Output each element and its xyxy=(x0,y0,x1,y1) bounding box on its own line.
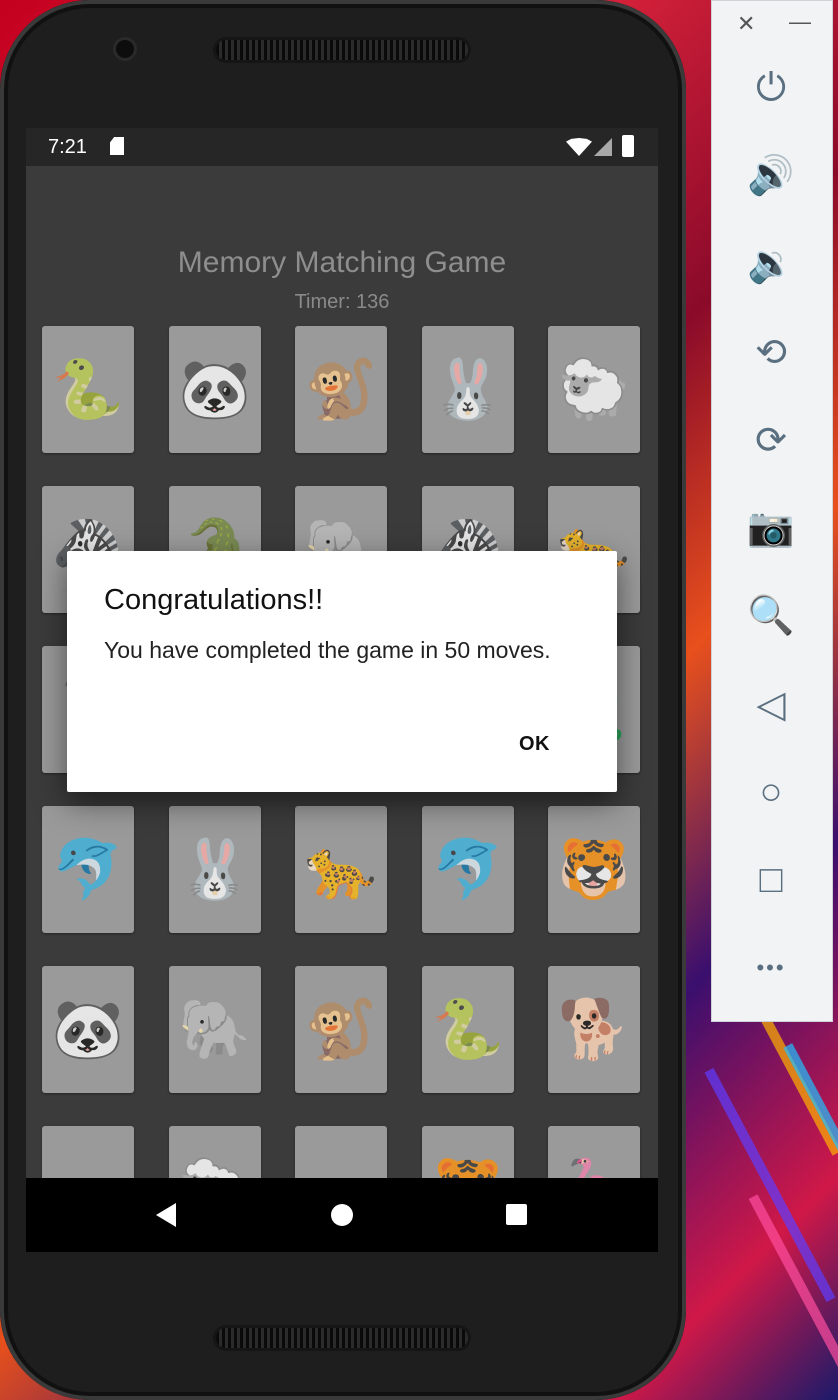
power-icon[interactable]: ⏻ xyxy=(742,59,800,117)
sd-card-icon xyxy=(110,137,124,155)
wifi-icon xyxy=(566,138,592,156)
memory-card[interactable]: 🐯 xyxy=(548,806,640,933)
memory-card[interactable]: 🐰 xyxy=(422,326,514,453)
memory-card[interactable]: 🐆 xyxy=(295,806,387,933)
navigation-bar xyxy=(26,1178,658,1252)
card-animal-image: 🐼 xyxy=(178,356,252,422)
memory-card[interactable]: 🐬 xyxy=(42,806,134,933)
card-animal-image: 🐒 xyxy=(304,996,378,1062)
congratulations-dialog: Congratulations!! You have completed the… xyxy=(67,551,617,792)
card-animal-image: 🐰 xyxy=(178,836,252,902)
ok-button[interactable]: OK xyxy=(519,733,550,756)
battery-icon xyxy=(622,135,634,157)
card-animal-image: 🐆 xyxy=(304,836,378,902)
timer-label: Timer: 136 xyxy=(294,291,390,313)
card-animal-image: 🐬 xyxy=(431,836,505,902)
overview-icon[interactable]: □ xyxy=(742,851,800,909)
rotate-right-icon[interactable]: ⟳ xyxy=(742,411,800,469)
home-icon[interactable]: ○ xyxy=(742,763,800,821)
zoom-icon[interactable]: 🔍 xyxy=(742,587,800,645)
card-animal-image: 🐰 xyxy=(431,356,505,422)
memory-card[interactable]: 🐼 xyxy=(42,966,134,1093)
memory-card[interactable]: 🐍 xyxy=(422,966,514,1093)
card-animal-image: 🐍 xyxy=(51,356,125,422)
card-animal-image: 🐒 xyxy=(304,356,378,422)
card-animal-image: 🐬 xyxy=(51,836,125,902)
minimize-icon[interactable]: — xyxy=(789,9,811,35)
card-animal-image: 🐘 xyxy=(178,996,252,1062)
top-speaker xyxy=(216,40,468,60)
close-icon[interactable]: ✕ xyxy=(737,11,755,37)
memory-card[interactable]: 🐼 xyxy=(169,326,261,453)
dialog-message: You have completed the game in 50 moves. xyxy=(104,637,551,663)
card-animal-image: 🐍 xyxy=(431,996,505,1062)
card-animal-image: 🐯 xyxy=(557,836,631,902)
more-icon[interactable]: ••• xyxy=(742,939,800,997)
nav-home-icon[interactable] xyxy=(331,1204,353,1226)
signal-icon xyxy=(594,138,612,156)
camera-icon[interactable]: 📷 xyxy=(742,499,800,557)
page-title: Memory Matching Game xyxy=(177,246,507,279)
memory-card[interactable]: 🐒 xyxy=(295,966,387,1093)
bottom-speaker xyxy=(216,1328,468,1348)
memory-card[interactable]: 🐘 xyxy=(169,966,261,1093)
volume-up-icon[interactable]: 🔊 xyxy=(742,147,800,205)
memory-card[interactable]: 🐑 xyxy=(548,326,640,453)
memory-card[interactable]: 🐬 xyxy=(422,806,514,933)
card-animal-image: 🐼 xyxy=(51,996,125,1062)
memory-card[interactable]: 🐍 xyxy=(42,326,134,453)
dialog-title: Congratulations!! xyxy=(104,584,324,616)
emulator-toolbar: ✕ — ⏻ 🔊 🔉 ⟲ ⟳ 📷 🔍 ◁ ○ □ ••• xyxy=(711,0,833,1022)
card-animal-image: 🐕 xyxy=(557,996,631,1062)
front-camera xyxy=(116,40,134,58)
memory-card[interactable]: 🐕 xyxy=(548,966,640,1093)
back-icon[interactable]: ◁ xyxy=(742,675,800,733)
nav-recents-icon[interactable] xyxy=(506,1204,527,1225)
rotate-left-icon[interactable]: ⟲ xyxy=(742,323,800,381)
memory-card[interactable]: 🐒 xyxy=(295,326,387,453)
card-animal-image: 🐑 xyxy=(557,356,631,422)
nav-back-icon[interactable] xyxy=(156,1203,176,1227)
status-time: 7:21 xyxy=(48,136,87,158)
volume-down-icon[interactable]: 🔉 xyxy=(742,235,800,293)
status-bar: 7:21 xyxy=(26,128,658,166)
memory-card[interactable]: 🐰 xyxy=(169,806,261,933)
